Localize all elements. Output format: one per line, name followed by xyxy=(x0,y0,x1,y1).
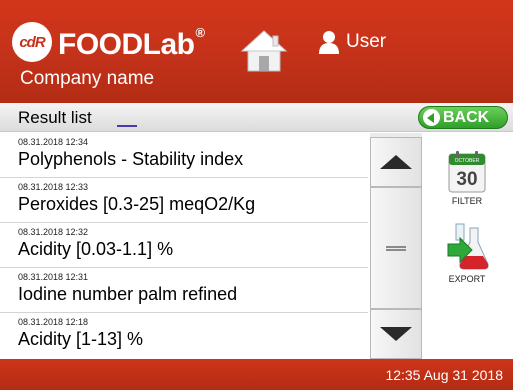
user-area[interactable]: User xyxy=(318,27,386,57)
arrow-down-icon xyxy=(380,327,412,341)
brand-title: FOODLab® xyxy=(58,21,205,63)
calendar-icon: OCTOBER 30 xyxy=(448,151,486,193)
title-underline xyxy=(117,125,137,127)
result-name: Iodine number palm refined xyxy=(18,284,238,304)
result-row[interactable]: 08.31.2018 12:18 Acidity [1-13] % xyxy=(0,313,368,358)
filter-label: FILTER xyxy=(451,196,483,206)
export-button[interactable]: EXPORT xyxy=(432,222,502,294)
scroll-up-button[interactable] xyxy=(370,137,422,187)
scroll-down-button[interactable] xyxy=(370,309,422,359)
calendar-day: 30 xyxy=(456,169,477,190)
back-label: BACK xyxy=(443,108,490,126)
page-title: Result list xyxy=(18,108,92,127)
grip-icon xyxy=(386,245,406,251)
brand-name: FOODLab xyxy=(58,28,195,61)
scroll-thumb[interactable] xyxy=(370,187,422,309)
registered-mark: ® xyxy=(195,25,206,40)
result-name: Polyphenols - Stability index xyxy=(18,149,244,169)
result-timestamp: 08.31.2018 12:33 xyxy=(18,182,89,192)
result-name: Acidity [1-13] % xyxy=(18,329,144,349)
result-list: 08.31.2018 12:34 Polyphenols - Stability… xyxy=(0,133,368,359)
result-timestamp: 08.31.2018 12:31 xyxy=(18,272,89,282)
result-timestamp: 08.31.2018 12:32 xyxy=(18,227,89,237)
home-icon xyxy=(240,30,288,72)
user-icon xyxy=(319,31,339,54)
export-flask-icon xyxy=(447,223,489,270)
result-name: Acidity [0.03-1.1] % xyxy=(18,239,174,259)
result-timestamp: 08.31.2018 12:34 xyxy=(18,137,89,147)
arrow-up-icon xyxy=(380,155,412,169)
app-header: cdR FOODLab® Company name User xyxy=(0,0,513,103)
user-label: User xyxy=(346,31,387,52)
result-timestamp: 08.31.2018 12:18 xyxy=(18,317,89,327)
list-scrollbar[interactable] xyxy=(370,133,422,359)
clock-readout: 12:35 Aug 31 2018 xyxy=(385,367,503,383)
back-button[interactable]: BACK xyxy=(418,106,508,129)
result-name: Peroxides [0.3-25] meqO2/Kg xyxy=(18,194,256,214)
calendar-month: OCTOBER xyxy=(455,158,480,164)
logo-text: cdR xyxy=(19,33,45,51)
home-button[interactable] xyxy=(240,28,288,74)
result-row[interactable]: 08.31.2018 12:31 Iodine number palm refi… xyxy=(0,268,368,313)
filter-button[interactable]: OCTOBER 30 FILTER xyxy=(432,150,502,218)
back-arrow-icon xyxy=(423,109,440,126)
export-label: EXPORT xyxy=(448,274,486,284)
company-name: Company name xyxy=(20,68,155,89)
result-row[interactable]: 08.31.2018 12:33 Peroxides [0.3-25] meqO… xyxy=(0,178,368,223)
result-row[interactable]: 08.31.2018 12:34 Polyphenols - Stability… xyxy=(0,133,368,178)
status-footer: 12:35 Aug 31 2018 xyxy=(0,359,513,390)
logo-badge: cdR xyxy=(12,22,52,62)
result-row[interactable]: 08.31.2018 12:32 Acidity [0.03-1.1] % xyxy=(0,223,368,268)
